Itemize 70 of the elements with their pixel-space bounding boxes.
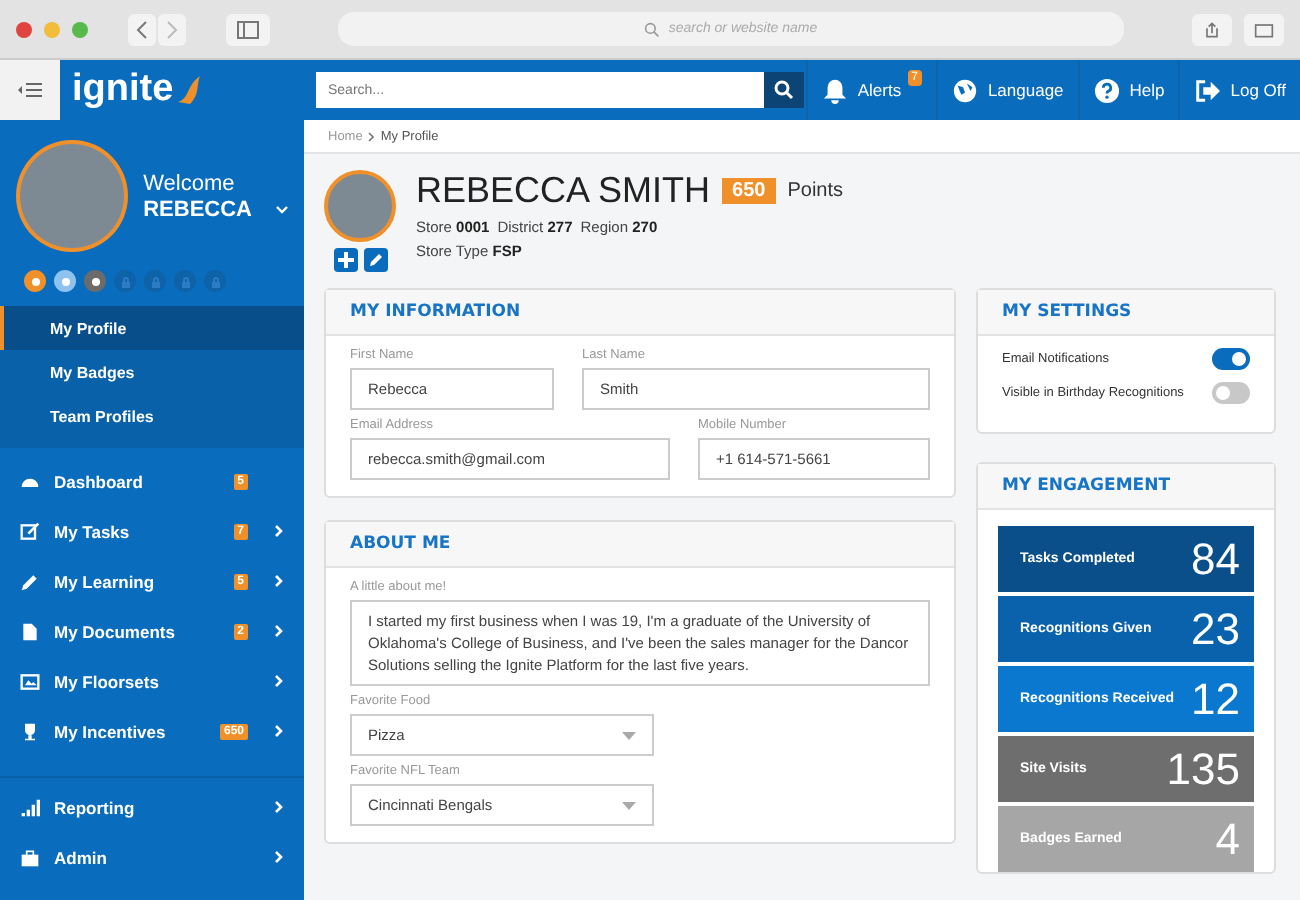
nav-label: Admin [54,847,107,867]
tabs-button[interactable] [1244,13,1284,45]
close-window-dot[interactable] [16,21,32,37]
nav-label: My Learning [54,571,155,591]
welcome-text: Welcome [143,170,237,198]
profile-name: REBECCA SMITH [416,170,711,212]
stat-value: 12 [1191,673,1240,725]
tabs-icon [1254,19,1274,39]
pencil-icon [20,571,40,591]
minimize-window-dot[interactable] [44,21,60,37]
stat-value: 135 [1166,743,1240,795]
search-icon [644,21,661,37]
globe-icon [951,77,978,103]
share-button[interactable] [1192,13,1232,45]
logo-text: ignite [72,68,174,112]
dropdown-caret-icon [622,731,636,739]
card-title: ABOUT ME [326,522,954,568]
toggle-switch[interactable] [1212,382,1250,404]
zoom-window-dot[interactable] [72,21,88,37]
nav-label: Dashboard [54,471,143,491]
card-title: MY ENGAGEMENT [978,464,1274,510]
picture-icon [20,671,40,691]
nav-label: My Tasks [54,521,130,541]
dropdown-caret-icon [622,801,636,809]
earned-badge[interactable] [24,270,46,292]
stat-value: 23 [1191,603,1240,655]
add-button[interactable] [333,248,357,272]
stat-value: 4 [1215,813,1240,865]
avatar [324,170,396,242]
document-icon [20,621,40,641]
back-button[interactable] [128,13,156,45]
nav-item[interactable]: Reporting [0,782,304,832]
help-icon [1093,77,1120,103]
trophy-icon [20,721,40,741]
profile-menu-item[interactable]: My Badges [0,350,304,394]
points-badge: 650 [722,178,776,204]
pencil-icon [367,252,383,268]
flame-icon [173,74,202,106]
user-name: REBECCA [143,198,252,222]
bell-icon [821,77,848,103]
plus-icon [337,252,353,268]
sidebar-icon [236,19,260,39]
nav-label: My Incentives [54,721,166,741]
bar-chart-icon [20,797,40,817]
menu-icon [18,82,42,98]
nav-item[interactable]: Admin [0,832,304,882]
collapse-menu-button[interactable] [0,60,60,120]
edit-icon [20,521,40,541]
logout-icon [1194,77,1221,103]
edit-button[interactable] [363,248,387,272]
card-title: MY INFORMATION [326,290,954,336]
search-icon [774,80,794,100]
dropdown-caret-icon[interactable] [276,206,288,214]
earned-badge[interactable] [84,270,106,292]
briefcase-icon [20,847,40,867]
sidebar-toggle-button[interactable] [226,13,270,45]
share-icon [1202,19,1222,39]
points-label: Points [787,180,844,202]
card-title: MY SETTINGS [978,290,1274,336]
earned-badge[interactable] [54,270,76,292]
profile-menu-item[interactable]: Team Profiles [0,394,304,438]
nav-label: My Floorsets [54,671,159,691]
breadcrumb-chevron-icon [368,131,375,141]
search-button[interactable] [764,72,804,108]
nav-label: Reporting [54,797,135,817]
nav-label: My Documents [54,621,175,641]
stat-value: 84 [1191,533,1240,585]
profile-menu-item[interactable]: My Profile [0,306,304,350]
toggle-switch[interactable] [1212,348,1250,370]
nav-item[interactable]: My Floorsets [0,656,304,706]
